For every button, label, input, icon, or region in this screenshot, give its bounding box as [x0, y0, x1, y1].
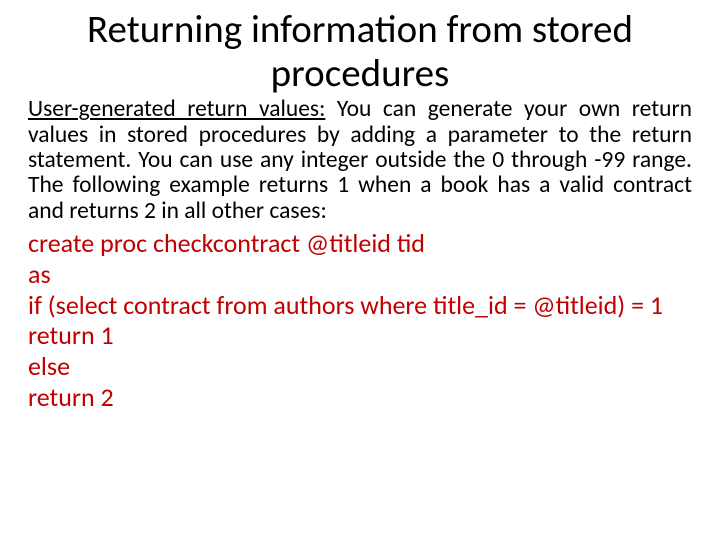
- code-line-1: create proc checkcontract @titleid tid: [28, 228, 692, 259]
- code-line-4: return 1: [28, 320, 692, 351]
- body-paragraph: User-generated return values: You can ge…: [28, 97, 692, 224]
- code-line-6: return 2: [28, 382, 692, 413]
- slide-title: Returning information from stored proced…: [68, 8, 652, 95]
- code-line-2: as: [28, 259, 692, 290]
- code-line-5: else: [28, 351, 692, 382]
- lead-phrase: User-generated return values:: [28, 95, 325, 123]
- slide: Returning information from stored proced…: [0, 0, 720, 540]
- code-line-3: if (select contract from authors where t…: [28, 290, 692, 321]
- code-block: create proc checkcontract @titleid tid a…: [28, 228, 692, 412]
